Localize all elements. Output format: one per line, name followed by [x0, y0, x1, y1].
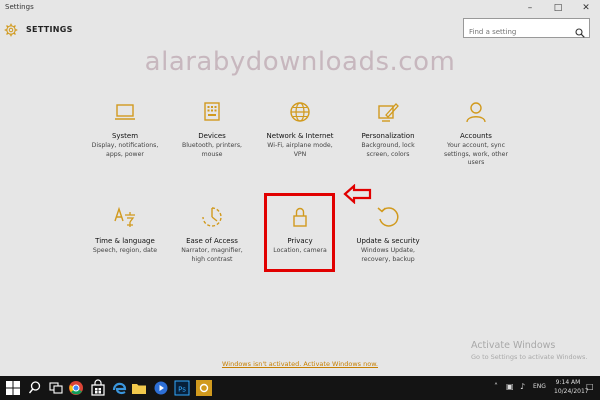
tile-accounts[interactable]: Accounts Your account, sync settings, wor… — [431, 100, 521, 168]
tile-personalization[interactable]: Personalization Background, lock screen, … — [343, 100, 433, 159]
clock[interactable]: 9:14 AM 10/24/2017 — [554, 379, 589, 395]
search-box[interactable] — [463, 18, 590, 41]
search-input[interactable] — [464, 23, 574, 41]
media-player-icon[interactable] — [153, 379, 169, 397]
settings-taskbar-icon[interactable] — [196, 379, 212, 397]
personalization-icon — [378, 103, 399, 122]
chrome-icon[interactable] — [68, 379, 84, 397]
network-icon[interactable]: ▣ — [506, 382, 514, 391]
tile-title: Personalization — [361, 132, 415, 140]
close-button[interactable]: ✕ — [572, 0, 600, 17]
tile-description: Bluetooth, printers, mouse — [181, 142, 243, 158]
title-bar: Settings – □ ✕ — [0, 0, 600, 17]
laptop-icon — [115, 104, 135, 120]
arrow-left-icon — [343, 184, 372, 204]
tile-ease-of-access[interactable]: Ease of Access Narrator, magnifier, high … — [167, 205, 257, 264]
page-title: SETTINGS — [26, 25, 73, 34]
tile-update-security[interactable]: Update & security Windows Update, recover… — [343, 205, 433, 264]
tile-description: Wi-Fi, airplane mode, VPN — [267, 142, 333, 158]
update-icon — [377, 207, 399, 227]
tile-description: Windows Update, recovery, backup — [361, 247, 415, 263]
windows-start-icon[interactable] — [5, 379, 21, 397]
tile-title: System — [111, 132, 139, 140]
chevron-up-icon[interactable]: ˄ — [494, 382, 498, 391]
tile-description: Background, lock screen, colors — [361, 142, 415, 158]
folder-icon[interactable] — [131, 379, 147, 397]
tile-description: Display, notifications, apps, power — [91, 142, 159, 158]
store-icon[interactable] — [90, 379, 106, 397]
photoshop-icon[interactable]: Ps — [174, 379, 190, 397]
tile-devices[interactable]: Devices Bluetooth, printers, mouse — [167, 100, 257, 159]
tile-description: Your account, sync settings, work, other u… — [444, 142, 508, 166]
tile-title: Accounts — [460, 132, 492, 140]
person-icon — [466, 102, 486, 123]
gear-icon — [4, 22, 18, 37]
taskbar: Ps ˄ ▣ ♪ ENG 9:14 AM 10/24/2017 □ — [0, 376, 600, 400]
tile-title: Devices — [198, 132, 226, 140]
tile-title: Time & language — [95, 237, 155, 245]
window-title: Settings — [5, 3, 34, 11]
ease-of-access-icon — [202, 207, 222, 227]
edge-icon[interactable] — [111, 379, 127, 397]
search-icon[interactable] — [575, 23, 585, 38]
tile-system[interactable]: System Display, notifications, apps, powe… — [80, 100, 170, 159]
search-icon[interactable] — [28, 379, 42, 397]
globe-icon — [290, 102, 310, 122]
tile-time-language[interactable]: Time & language Speech, region, date — [80, 205, 170, 256]
tile-description: Speech, region, date — [92, 247, 158, 254]
activate-watermark: Activate Windows Go to Settings to activ… — [471, 340, 587, 361]
tile-title: Update & security — [356, 237, 420, 245]
activate-title: Activate Windows — [471, 340, 556, 351]
watermark-text: alarabydownloads.com — [144, 47, 456, 77]
activate-link[interactable]: Windows isn't activated. Activate Window… — [0, 360, 600, 368]
maximize-button[interactable]: □ — [544, 0, 572, 17]
tile-title: Network & Internet — [266, 132, 334, 140]
devices-icon — [204, 102, 220, 121]
language-icon — [114, 206, 135, 227]
svg-text:Ps: Ps — [178, 386, 186, 394]
task-view-icon[interactable] — [48, 379, 64, 397]
minimize-button[interactable]: – — [516, 0, 544, 17]
highlight-box — [264, 193, 335, 272]
tile-network[interactable]: Network & Internet Wi-Fi, airplane mode,… — [255, 100, 345, 159]
tile-title: Ease of Access — [186, 237, 238, 245]
volume-icon[interactable]: ♪ — [520, 382, 525, 391]
notifications-icon[interactable]: □ — [586, 382, 594, 391]
tile-description: Narrator, magnifier, high contrast — [181, 247, 243, 263]
language-indicator[interactable]: ENG — [533, 383, 546, 390]
